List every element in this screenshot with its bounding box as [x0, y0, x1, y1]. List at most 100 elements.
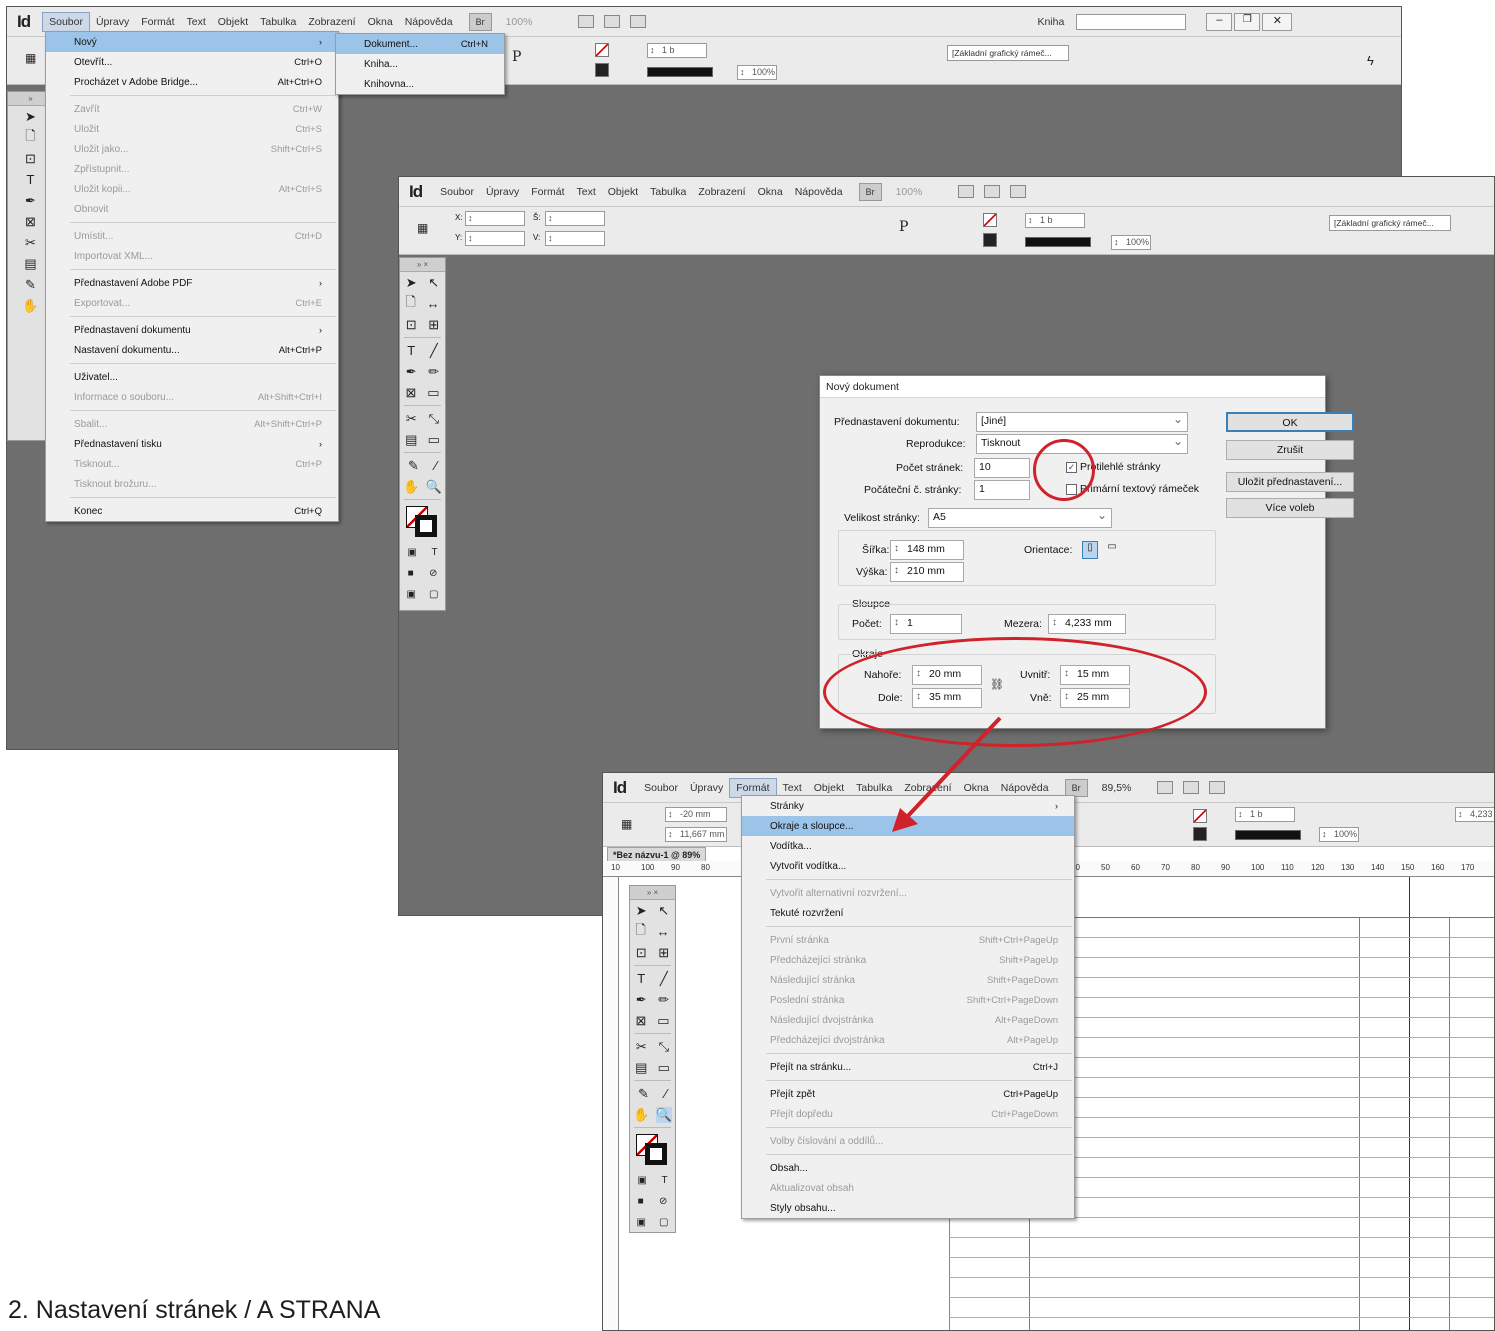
search-input[interactable]: [1076, 13, 1187, 30]
file-menu-item[interactable]: Procházet v Adobe Bridge... Alt+Ctrl+O: [46, 72, 338, 92]
object-style-select[interactable]: [Základní grafický rámeč...: [1329, 215, 1451, 231]
file-menu-item[interactable]: Informace o souboru... Alt+Shift+Ctrl+I: [46, 387, 338, 407]
stroke-type-select[interactable]: [1235, 830, 1301, 840]
new-submenu-item[interactable]: Dokument... Ctrl+N: [336, 34, 504, 54]
fill-swatch-icon[interactable]: [595, 63, 609, 77]
format-menu-item[interactable]: Předcházející dvojstránka Alt+PageUp: [742, 1030, 1074, 1050]
menu-napoveda[interactable]: Nápověda: [399, 13, 459, 31]
file-menu-item[interactable]: Přednastavení dokumentu ›: [46, 320, 338, 340]
pilcrow-icon[interactable]: P: [512, 49, 521, 65]
formatting-text-icon[interactable]: T: [662, 1175, 668, 1186]
height-input[interactable]: 210 mm: [890, 562, 964, 582]
arrange-icon[interactable]: [1209, 781, 1226, 794]
transform-tool-icon[interactable]: ⤡: [429, 411, 439, 427]
menu-upravy[interactable]: Úpravy: [480, 183, 525, 201]
note-tool-icon[interactable]: ✎: [408, 458, 419, 474]
direct-select-tool-icon[interactable]: ↖: [428, 275, 439, 291]
file-menu-item[interactable]: Importovat XML...: [46, 246, 338, 266]
note-tool-icon[interactable]: ✎: [25, 277, 36, 293]
stroke-weight-input[interactable]: 1 b: [1025, 213, 1085, 228]
page-tool-icon[interactable]: 🗋: [405, 293, 415, 315]
menu-objekt[interactable]: Objekt: [602, 183, 644, 201]
menu-okna[interactable]: Okna: [362, 13, 399, 31]
lightning-icon[interactable]: ϟ: [1367, 53, 1374, 68]
menu-upravy[interactable]: Úpravy: [90, 13, 135, 31]
format-menu-item[interactable]: Volby číslování a oddílů...: [742, 1131, 1074, 1151]
opacity-input[interactable]: 100%: [1111, 235, 1151, 250]
ok-button[interactable]: OK: [1226, 412, 1354, 432]
pen-tool-icon[interactable]: ✒: [25, 193, 36, 209]
file-menu-item[interactable]: Zavřít Ctrl+W: [46, 99, 338, 119]
menu-soubor[interactable]: Soubor: [638, 779, 684, 797]
menu-napoveda[interactable]: Nápověda: [995, 779, 1055, 797]
pencil-tool-icon[interactable]: ✏: [658, 992, 669, 1008]
format-menu-item[interactable]: Přejít zpět Ctrl+PageUp: [742, 1084, 1074, 1104]
zoom-select[interactable]: 89,5%: [1096, 779, 1138, 797]
menu-text[interactable]: Text: [571, 183, 602, 201]
file-menu-item[interactable]: Uživatel...: [46, 367, 338, 387]
format-menu-item[interactable]: Stránky ›: [742, 796, 1074, 816]
menu-text[interactable]: Text: [181, 13, 212, 31]
file-menu-item[interactable]: Otevřít... Ctrl+O: [46, 52, 338, 72]
cancel-button[interactable]: Zrušit: [1226, 440, 1354, 460]
view-options-icon[interactable]: [604, 15, 621, 28]
content-placer-icon[interactable]: ⊞: [658, 945, 669, 961]
content-placer-icon[interactable]: ⊞: [428, 317, 439, 333]
note-tool-icon[interactable]: ✎: [638, 1086, 649, 1102]
reference-point-icon[interactable]: ▦: [417, 221, 428, 235]
workspace-select[interactable]: Kniha: [1031, 13, 1070, 31]
file-menu-item[interactable]: Uložit kopii... Alt+Ctrl+S: [46, 179, 338, 199]
file-menu-item[interactable]: Uložit jako... Shift+Ctrl+S: [46, 139, 338, 159]
menu-zobrazeni[interactable]: Zobrazení: [302, 13, 361, 31]
stroke-swatch-icon[interactable]: [983, 213, 997, 227]
preview-view-icon[interactable]: ▢: [659, 1217, 668, 1228]
maximize-icon[interactable]: ❐: [1234, 12, 1261, 31]
content-collector-icon[interactable]: ⊡: [636, 945, 647, 961]
landscape-icon[interactable]: ▭: [1104, 541, 1120, 559]
gradient-tool-icon[interactable]: ▤: [635, 1060, 647, 1076]
fill-swatch-icon[interactable]: [983, 233, 997, 247]
screen-mode-icon[interactable]: [1157, 781, 1174, 794]
stroke-swatch-icon[interactable]: [1193, 809, 1207, 823]
bridge-button[interactable]: Br: [1064, 778, 1088, 797]
format-menu-item[interactable]: Následující stránka Shift+PageDown: [742, 970, 1074, 990]
pen-tool-icon[interactable]: ✒: [406, 364, 417, 380]
line-tool-icon[interactable]: ╱: [660, 971, 668, 987]
bridge-button[interactable]: Br: [858, 182, 882, 201]
menu-tabulka[interactable]: Tabulka: [254, 13, 302, 31]
transform-tool-icon[interactable]: ⤡: [659, 1039, 669, 1055]
view-options-icon[interactable]: [1183, 781, 1200, 794]
h-input[interactable]: [545, 231, 605, 246]
stroke-weight-input[interactable]: 1 b: [1235, 807, 1295, 822]
zoom-select[interactable]: 100%: [500, 13, 539, 31]
close-icon[interactable]: ✕: [1262, 12, 1293, 31]
x-input[interactable]: [465, 211, 525, 226]
format-menu-item[interactable]: Tekuté rozvržení: [742, 903, 1074, 923]
gap-tool-icon[interactable]: ↔: [657, 924, 670, 939]
format-menu-item[interactable]: Styly obsahu...: [742, 1198, 1074, 1218]
reference-point-icon[interactable]: ▦: [621, 817, 632, 831]
file-menu-item[interactable]: Tisknout brožuru...: [46, 474, 338, 494]
stroke-weight-input[interactable]: 1 b: [647, 43, 707, 58]
file-menu-item[interactable]: Zpřístupnit...: [46, 159, 338, 179]
pen-tool-icon[interactable]: ✒: [636, 992, 647, 1008]
type-tool-icon[interactable]: T: [637, 971, 645, 986]
gradient-feather-icon[interactable]: ▭: [428, 432, 440, 448]
format-menu-item[interactable]: Vytvořit alternativní rozvržení...: [742, 883, 1074, 903]
save-preset-button[interactable]: Uložit přednastavení...: [1226, 472, 1354, 492]
w-input[interactable]: [545, 211, 605, 226]
menu-upravy[interactable]: Úpravy: [684, 779, 729, 797]
file-menu-item[interactable]: Konec Ctrl+Q: [46, 501, 338, 521]
opacity-input[interactable]: 100%: [1319, 827, 1359, 842]
content-collector-icon[interactable]: ⊡: [406, 317, 417, 333]
scissors-tool-icon[interactable]: ✂: [25, 235, 36, 251]
menu-format[interactable]: Formát: [135, 13, 180, 31]
apply-none-icon[interactable]: ⊘: [429, 568, 437, 579]
format-menu-item[interactable]: Předcházející stránka Shift+PageUp: [742, 950, 1074, 970]
file-menu-item[interactable]: Uložit Ctrl+S: [46, 119, 338, 139]
format-menu-item[interactable]: Vodítka...: [742, 836, 1074, 856]
line-tool-icon[interactable]: ╱: [430, 343, 438, 359]
stroke-type-select[interactable]: [647, 67, 713, 77]
gradient-tool-icon[interactable]: ▤: [24, 256, 36, 272]
format-menu-item[interactable]: První stránka Shift+Ctrl+PageUp: [742, 930, 1074, 950]
